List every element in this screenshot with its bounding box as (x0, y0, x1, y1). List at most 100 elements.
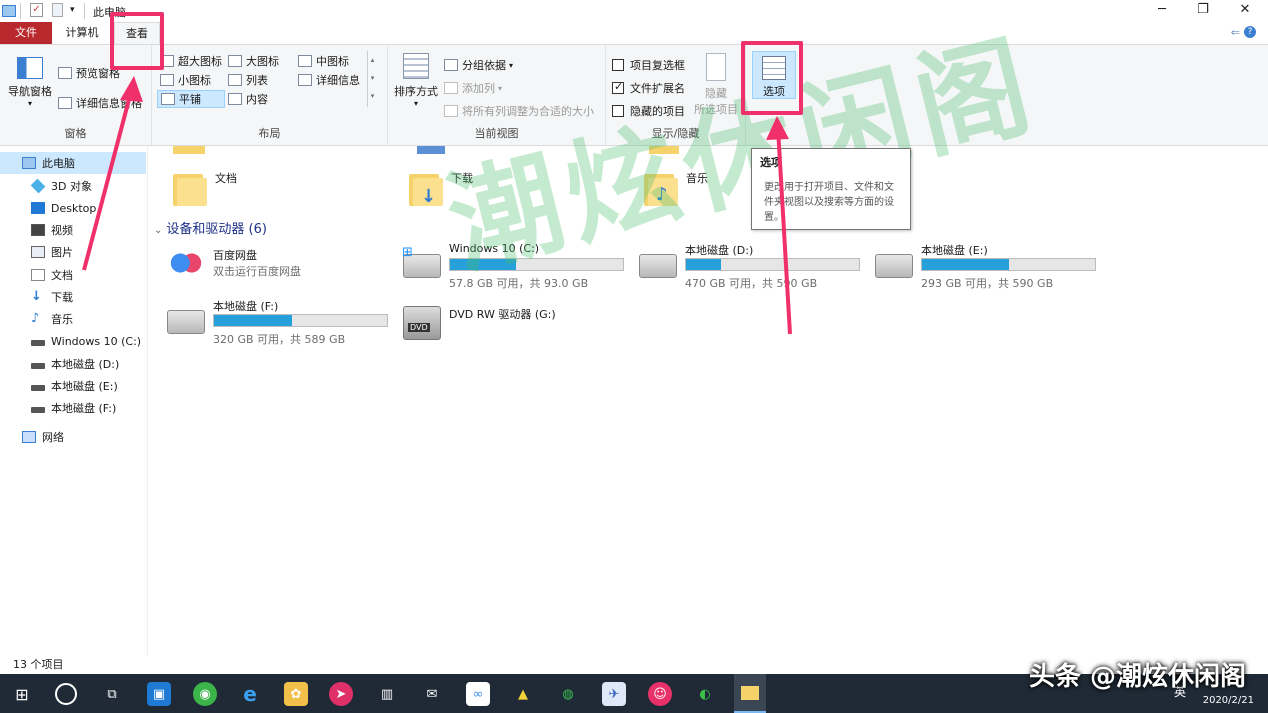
app-triangle-icon[interactable]: ▲ (511, 682, 535, 706)
nav-item[interactable]: 本地磁盘 (F:) (0, 397, 146, 419)
nav-item[interactable]: 网络 (0, 426, 146, 448)
baidu-netdisk-icon[interactable]: ∞ (466, 682, 490, 706)
start-windows-icon[interactable]: ⊞ (10, 682, 34, 706)
task-view-icon[interactable]: ⧉ (100, 682, 124, 706)
file-explorer-taskbar-icon[interactable] (734, 674, 766, 713)
drive-baidu-netdisk[interactable]: 百度网盘 双击运行百度网盘 (167, 244, 397, 288)
annotation-box-view-tab (110, 12, 164, 70)
folder-documents[interactable]: 文档 (173, 168, 237, 208)
nav-item[interactable]: 视频 (0, 219, 146, 241)
add-columns-icon (444, 82, 458, 94)
sort-by-label: 排序方式 (394, 85, 438, 98)
sort-by-button[interactable]: 排序方式 ▾ (392, 53, 440, 108)
group-label-pane: 窗格 (64, 127, 87, 140)
new-folder-icon[interactable] (52, 3, 63, 17)
search-circle-icon[interactable] (55, 683, 77, 705)
medium-icons-icon (298, 55, 312, 67)
ribbon-collapse-icon[interactable]: ⇐ (1231, 26, 1240, 39)
nav-item[interactable]: 3D 对象 (0, 175, 146, 197)
group-by-button[interactable]: 分组依据 ▾ (444, 57, 513, 73)
tiles-icon (161, 93, 175, 105)
sort-icon (403, 53, 429, 79)
nav-item-label: 视频 (51, 224, 73, 237)
tab-file[interactable]: 文件 (0, 22, 52, 44)
properties-icon[interactable]: ✓ (30, 3, 43, 17)
app-store-icon[interactable]: ▣ (147, 682, 171, 706)
nav-item[interactable]: ♪ 音乐 (0, 308, 146, 330)
drive-d[interactable]: 本地磁盘 (D:) 470 GB 可用，共 590 GB (639, 242, 869, 290)
nav-item-label: 下载 (51, 291, 73, 304)
app-green-icon[interactable]: ◐ (693, 682, 717, 706)
nav-item[interactable]: 本地磁盘 (D:) (0, 353, 146, 375)
browser-360-icon[interactable]: ◉ (193, 682, 217, 706)
close-button[interactable]: ✕ (1222, 0, 1268, 22)
layout-tiles[interactable]: 平铺 (157, 90, 225, 108)
details-pane-icon (58, 97, 72, 109)
layout-large-icons[interactable]: 大图标 (228, 53, 279, 69)
nav-item[interactable]: 文档 (0, 264, 146, 286)
nav-item[interactable]: ↓ 下载 (0, 286, 146, 308)
nav-item[interactable]: 图片 (0, 241, 146, 263)
layout-details[interactable]: 详细信息 (298, 72, 360, 88)
mail-icon[interactable]: ✉ (420, 682, 444, 706)
checkbox-unchecked (612, 59, 624, 71)
battery-app-icon[interactable]: ▥ (375, 682, 399, 706)
drive-e[interactable]: 本地磁盘 (E:) 293 GB 可用，共 590 GB (875, 242, 1105, 290)
feishu-icon[interactable]: ✈ (602, 682, 626, 706)
nav-item-label: 本地磁盘 (D:) (51, 358, 120, 371)
minimize-button[interactable]: ─ (1139, 0, 1185, 22)
drive-g-dvd[interactable]: DVD DVD RW 驱动器 (G:) (403, 306, 633, 350)
app-red-icon[interactable]: ☺ (648, 682, 672, 706)
nav-pane-button[interactable]: 导航窗格 ▾ (6, 57, 54, 108)
computer-icon[interactable] (2, 5, 16, 17)
large-icons-icon (228, 55, 242, 67)
help-icon[interactable]: ? (1244, 26, 1256, 38)
nav-item[interactable]: 此电脑 (0, 152, 146, 174)
drive-usage-fill (214, 315, 292, 326)
documents-folder-icon (173, 168, 207, 208)
drive-f[interactable]: 本地磁盘 (F:) 320 GB 可用，共 589 GB (167, 298, 397, 346)
drive-icon (31, 363, 45, 369)
drive-icon (31, 385, 45, 391)
title-bar: ✓ ▾ 此电脑 ─ ❐ ✕ (0, 0, 1268, 22)
layout-small-icons[interactable]: 小图标 (160, 72, 211, 88)
nav-item-label: Windows 10 (C:) (51, 334, 142, 348)
layout-content[interactable]: 内容 (228, 91, 268, 107)
layout-list[interactable]: 列表 (228, 72, 268, 88)
add-columns-button[interactable]: 添加列 ▾ (444, 80, 502, 96)
item-checkboxes-toggle[interactable]: 项目复选框 (612, 57, 685, 73)
nav-item[interactable]: 本地磁盘 (E:) (0, 375, 146, 397)
document-icon (31, 269, 45, 281)
details-icon (298, 74, 312, 86)
layout-scroll[interactable]: ▴ ▾ ▾ (367, 51, 377, 107)
monitor-icon (22, 157, 36, 169)
app-icon[interactable]: ✿ (284, 682, 308, 706)
nav-item-label: 网络 (42, 431, 64, 444)
quick-access-dropdown-icon[interactable]: ▾ (70, 5, 75, 21)
drive-usage-fill (686, 259, 721, 270)
layout-medium-icons[interactable]: 中图标 (298, 53, 349, 69)
details-pane-button[interactable]: 详细信息窗格 (58, 95, 142, 111)
drive-icon (31, 340, 45, 346)
content-icon (228, 93, 242, 105)
edge-icon[interactable]: e (238, 682, 262, 706)
taskbar-date[interactable]: 2020/2/21 (1203, 695, 1254, 706)
nav-item-label: 文档 (51, 269, 73, 282)
nav-item-label: 本地磁盘 (E:) (51, 380, 118, 393)
wechat-icon[interactable]: ◍ (556, 682, 580, 706)
group-by-icon (444, 59, 458, 71)
maximize-button[interactable]: ❐ (1180, 0, 1226, 22)
cube-icon (30, 178, 46, 194)
drive-icon (167, 310, 205, 334)
nav-item[interactable]: Windows 10 (C:) (0, 330, 146, 352)
devices-section-header[interactable]: ⌄ 设备和驱动器 (6) (154, 218, 267, 237)
tab-computer[interactable]: 计算机 (58, 22, 106, 44)
nav-item[interactable]: Desktop (0, 197, 146, 219)
size-columns-icon (444, 105, 458, 117)
chevron-down-icon: ▾ (509, 60, 514, 70)
layout-extra-large-icons[interactable]: 超大图标 (160, 53, 222, 69)
drive-icon (639, 254, 677, 278)
app-pink-icon[interactable]: ➤ (329, 682, 353, 706)
nav-item-label: 3D 对象 (51, 180, 92, 193)
desktop-icon (31, 202, 45, 214)
